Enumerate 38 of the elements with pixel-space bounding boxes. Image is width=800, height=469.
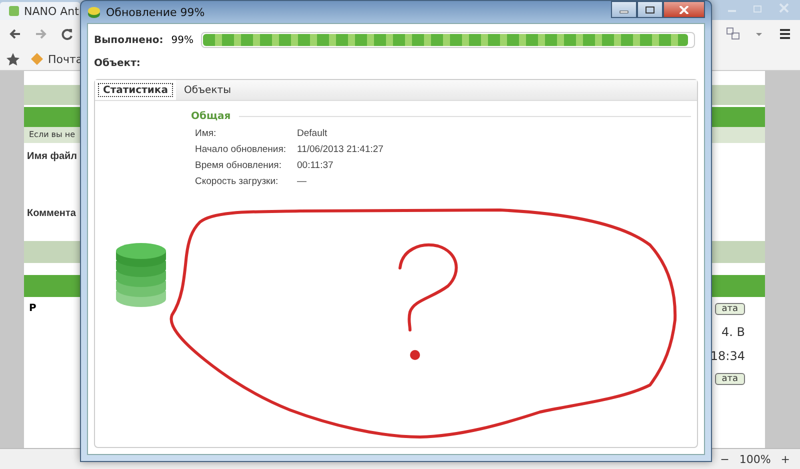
window-title: Обновление 99% bbox=[106, 6, 205, 18]
field-value: 00:11:37 bbox=[297, 160, 334, 171]
zoom-in-button[interactable]: + bbox=[780, 452, 790, 466]
zoom-level: 100% bbox=[739, 452, 771, 466]
field-label: Имя: bbox=[195, 128, 216, 139]
field-label: Коммента bbox=[26, 207, 77, 221]
time-text: 18:34 bbox=[710, 349, 745, 363]
column-header: Р bbox=[29, 303, 36, 316]
progress-value: 99% bbox=[171, 34, 194, 46]
section-title: Общая bbox=[191, 111, 231, 122]
menu-icon[interactable] bbox=[778, 27, 792, 41]
field-label: Начало обновления: bbox=[195, 144, 286, 155]
field-label: Имя файл bbox=[26, 150, 78, 164]
minimize-button[interactable] bbox=[611, 1, 637, 18]
browser-tab[interactable]: NANO Anti bbox=[0, 2, 80, 20]
progress-label: Выполнено: bbox=[94, 34, 164, 46]
tab[interactable]: Статистика bbox=[95, 80, 176, 100]
back-icon[interactable] bbox=[8, 27, 22, 41]
reload-icon[interactable] bbox=[60, 27, 74, 41]
page-text: 4. В bbox=[722, 325, 745, 339]
tab[interactable]: Объекты bbox=[176, 80, 239, 100]
close-button[interactable] bbox=[663, 1, 705, 18]
maximize-button[interactable] bbox=[637, 1, 663, 18]
page-button[interactable]: ата bbox=[714, 303, 745, 315]
translate-icon[interactable] bbox=[726, 27, 740, 41]
field-label: Скорость загрузки: bbox=[195, 176, 278, 187]
object-label: Объект: bbox=[94, 58, 142, 69]
zoom-out-button[interactable]: − bbox=[720, 452, 730, 466]
field-value: 11/06/2013 21:41:27 bbox=[297, 144, 384, 155]
page-button[interactable]: ата bbox=[714, 373, 745, 385]
star-icon[interactable] bbox=[6, 52, 20, 66]
close-icon bbox=[679, 6, 689, 14]
field-value: — bbox=[297, 176, 306, 187]
maximize-icon bbox=[645, 6, 655, 14]
app-icon bbox=[87, 5, 101, 19]
field-label: Время обновления: bbox=[195, 160, 282, 171]
bookmark-icon bbox=[30, 52, 44, 66]
field-value: Default bbox=[297, 128, 328, 139]
